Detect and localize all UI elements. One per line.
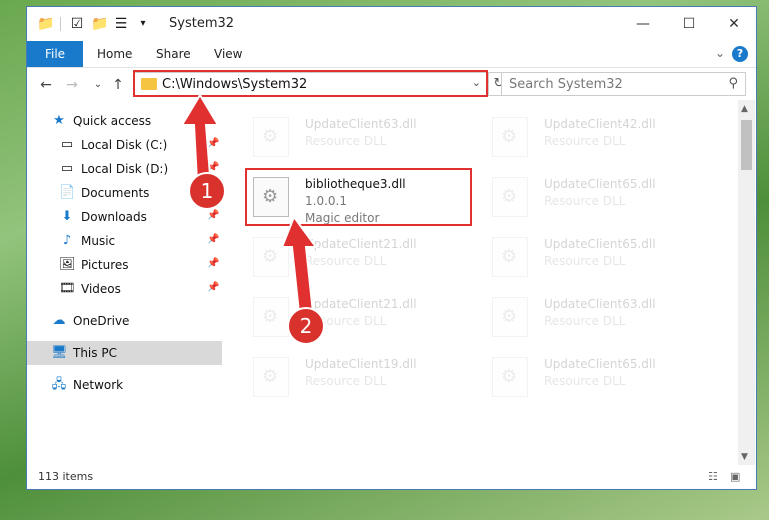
file-item[interactable]: UpdateClient42.dll Resource DLL [482, 111, 712, 165]
step-2-badge: 2 [287, 307, 325, 345]
folder-icon: 📁 [37, 16, 55, 32]
file-item[interactable]: UpdateClient63.dll Resource DLL [243, 111, 473, 165]
divider [60, 17, 61, 31]
forward-arrow-icon[interactable]: → [63, 76, 81, 94]
file-type: Resource DLL [305, 374, 387, 388]
network-icon: 🖧 [51, 377, 67, 392]
file-name: UpdateClient19.dll [305, 357, 417, 371]
back-arrow-icon[interactable]: ← [37, 76, 55, 94]
status-bar: 113 items ☷ ▣ [27, 465, 756, 489]
computer-icon: 🖥 [51, 345, 68, 360]
file-name: UpdateClient65.dll [544, 177, 656, 191]
minimize-button[interactable]: — [620, 7, 666, 41]
step-1-badge: 1 [188, 172, 226, 210]
video-icon: 🎞 [59, 281, 76, 296]
tab-view[interactable]: View [214, 41, 242, 67]
cloud-icon: ☁ [52, 313, 66, 328]
scroll-thumb[interactable] [741, 120, 752, 170]
file-name: UpdateClient63.dll [544, 297, 656, 311]
file-item[interactable]: UpdateClient19.dll Resource DLL [243, 351, 473, 405]
file-name: UpdateClient65.dll [544, 237, 656, 251]
star-icon: ★ [53, 113, 65, 128]
tab-home[interactable]: Home [97, 41, 132, 67]
chevron-down-icon[interactable]: ▾ [135, 16, 151, 32]
pin-icon[interactable]: 📌 [207, 234, 219, 245]
dll-file-icon [492, 357, 528, 397]
scroll-down-icon[interactable]: ▼ [741, 452, 748, 462]
nav-label: Music [81, 234, 116, 248]
nav-pictures[interactable]: 🖼 Pictures 📌 [27, 253, 222, 277]
dll-file-icon [492, 117, 528, 157]
pictures-icon: 🖼 [59, 257, 76, 272]
nav-label: Pictures [81, 258, 129, 272]
file-item[interactable]: UpdateClient65.dll Resource DLL [482, 171, 712, 225]
nav-this-pc[interactable]: 🖥 This PC [27, 341, 222, 365]
new-folder-icon[interactable]: 📁 [91, 16, 108, 32]
pin-icon[interactable]: 📌 [207, 282, 219, 293]
address-highlight-box [133, 70, 488, 97]
pin-icon[interactable]: 📌 [207, 210, 219, 221]
file-name: UpdateClient42.dll [544, 117, 656, 131]
vertical-scrollbar[interactable]: ▲ ▼ [738, 100, 755, 465]
tab-file[interactable]: File [27, 41, 83, 67]
file-item[interactable]: UpdateClient65.dll Resource DLL [482, 231, 712, 285]
file-item[interactable]: UpdateClient21.dll Resource DLL [243, 291, 473, 345]
music-icon: ♪ [62, 233, 72, 248]
nav-music[interactable]: ♪ Music 📌 [27, 229, 222, 253]
file-name: UpdateClient65.dll [544, 357, 656, 371]
nav-onedrive[interactable]: ☁ OneDrive [27, 309, 222, 333]
dll-file-icon [492, 237, 528, 277]
up-arrow-icon[interactable]: ↑ [109, 76, 127, 94]
nav-network[interactable]: 🖧 Network [27, 373, 222, 397]
nav-downloads[interactable]: ⬇ Downloads 📌 [27, 205, 222, 229]
dll-file-icon [492, 297, 528, 337]
drive-icon: ▭ [60, 137, 74, 152]
search-input[interactable]: Search System32 ⚲ [501, 72, 746, 96]
nav-label: Local Disk (D:) [81, 162, 169, 176]
drive-icon: ▭ [60, 161, 74, 176]
file-type: Resource DLL [305, 134, 387, 148]
file-type: Resource DLL [544, 194, 626, 208]
nav-label: Documents [81, 186, 150, 200]
search-icon: ⚲ [728, 76, 738, 91]
documents-icon: 📄 [59, 185, 76, 200]
nav-label: Downloads [81, 210, 147, 224]
maximize-button[interactable]: ☐ [666, 7, 712, 41]
file-item[interactable]: UpdateClient63.dll Resource DLL [482, 291, 712, 345]
file-item[interactable]: UpdateClient21.dll Resource DLL [243, 231, 473, 285]
file-type: Resource DLL [544, 254, 626, 268]
tab-share[interactable]: Share [156, 41, 191, 67]
item-count: 113 items [38, 470, 94, 483]
download-icon: ⬇ [61, 209, 73, 224]
nav-label: This PC [73, 346, 117, 360]
nav-videos[interactable]: 🎞 Videos 📌 [27, 277, 222, 301]
dll-file-icon [253, 117, 289, 157]
recent-locations-icon[interactable]: ⌄ [89, 76, 107, 94]
properties-icon[interactable]: ☑ [69, 16, 85, 32]
nav-label: Network [73, 378, 124, 392]
file-item[interactable]: UpdateClient65.dll Resource DLL [482, 351, 712, 405]
close-button[interactable]: ✕ [711, 7, 756, 41]
help-icon[interactable]: ? [732, 46, 748, 62]
search-placeholder: Search System32 [509, 77, 623, 92]
title-bar: 📁 ☑ 📁 ☰ ▾ System32 — ☐ ✕ [27, 7, 756, 41]
ribbon-tabs: File Home Share View ⌄ ? [27, 41, 756, 68]
file-type: Resource DLL [544, 314, 626, 328]
dll-file-icon [253, 357, 289, 397]
file-type: Resource DLL [544, 374, 626, 388]
scroll-up-icon[interactable]: ▲ [741, 104, 748, 114]
details-view-icon[interactable]: ☷ [708, 470, 718, 483]
nav-label: Local Disk (C:) [81, 138, 168, 152]
nav-label: OneDrive [73, 314, 130, 328]
file-type: Resource DLL [544, 134, 626, 148]
nav-label: Quick access [73, 114, 152, 128]
nav-label: Videos [81, 282, 121, 296]
window-title: System32 [169, 16, 235, 31]
large-icons-view-icon[interactable]: ▣ [730, 470, 740, 483]
expand-ribbon-icon[interactable]: ⌄ [715, 46, 725, 60]
file-name: UpdateClient63.dll [305, 117, 417, 131]
quick-access-toolbar-icon[interactable]: ☰ [113, 16, 129, 32]
dll-file-icon [492, 177, 528, 217]
pin-icon[interactable]: 📌 [207, 258, 219, 269]
